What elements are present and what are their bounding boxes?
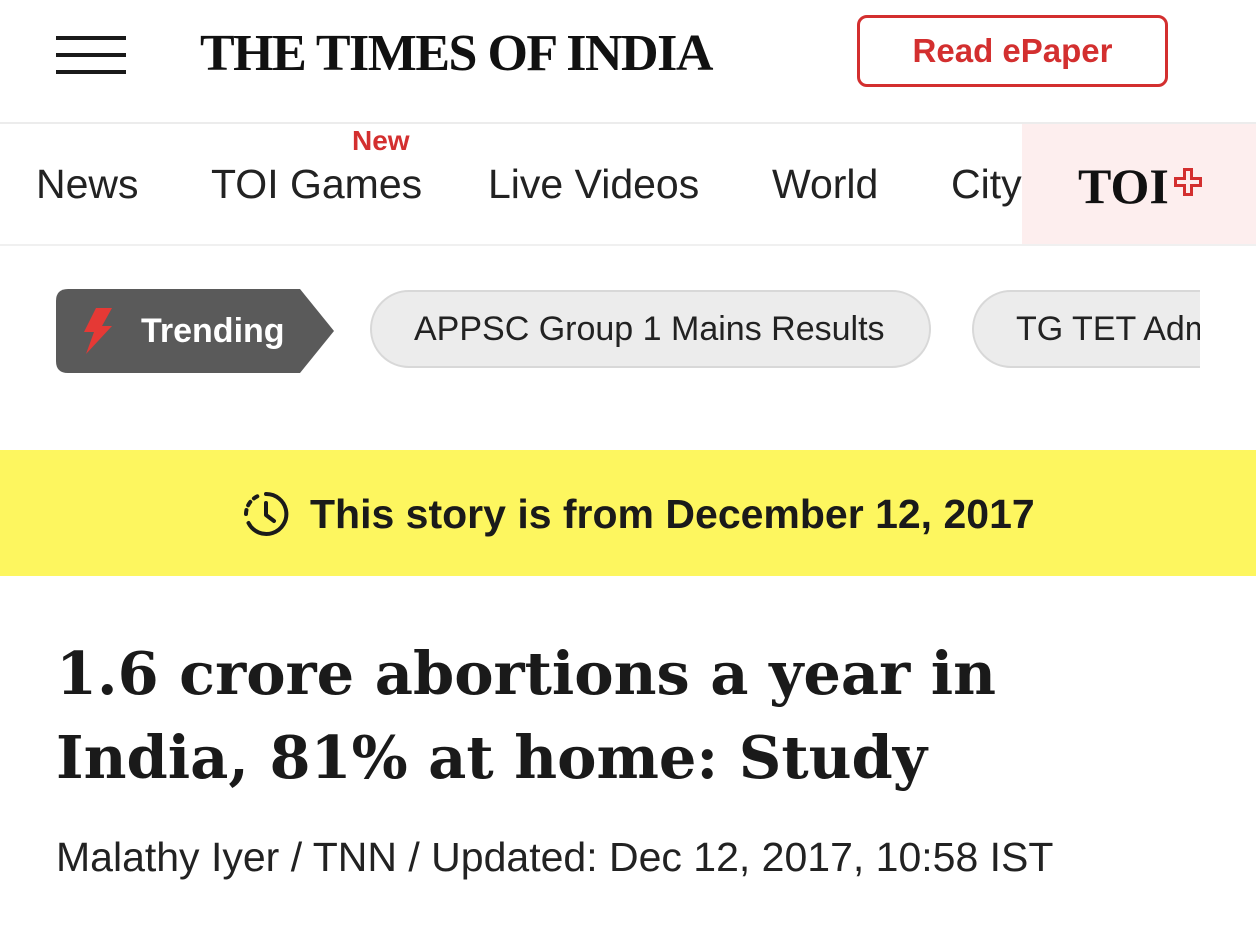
article-headline: 1.6 crore abortions a year in India, 81%… xyxy=(56,639,997,792)
story-date-text: This story is from December 12, 2017 xyxy=(310,490,1035,537)
nav-item-live-videos[interactable]: Live Videos xyxy=(488,160,699,208)
article-byline: Malathy Iyer / TNN / Updated: Dec 12, 20… xyxy=(56,832,1053,882)
nav-item-city[interactable]: City xyxy=(951,160,1022,208)
main-nav: News New TOI Games Live Videos World Cit… xyxy=(0,124,1256,246)
trending-label: Trending xyxy=(141,312,285,350)
read-epaper-button[interactable]: Read ePaper xyxy=(857,15,1168,87)
trending-chip-tg-tet[interactable]: TG TET Adm xyxy=(972,290,1200,368)
toi-plus-button[interactable]: TOI xyxy=(1022,124,1256,244)
author-link[interactable]: Malathy Iyer xyxy=(56,834,279,880)
page: THE TIMES OF INDIA Read ePaper News New … xyxy=(0,0,1256,935)
history-clock-icon xyxy=(244,491,289,536)
top-header: THE TIMES OF INDIA Read ePaper xyxy=(0,0,1256,124)
story-date-banner: This story is from December 12, 2017 xyxy=(0,450,1256,576)
toi-plus-label: TOI xyxy=(1078,158,1169,214)
banner-content: This story is from December 12, 2017 xyxy=(240,486,1035,542)
new-badge: New xyxy=(352,125,410,156)
site-logo[interactable]: THE TIMES OF INDIA xyxy=(200,24,713,84)
trending-tag[interactable]: Trending xyxy=(56,289,336,373)
nav-item-news[interactable]: News xyxy=(36,160,139,208)
nav-item-world[interactable]: World xyxy=(772,160,878,208)
hamburger-menu-icon[interactable] xyxy=(56,36,126,76)
lightning-bolt-icon xyxy=(84,308,112,354)
plus-icon xyxy=(1174,168,1202,196)
byline-details: / TNN / Updated: Dec 12, 2017, 10:58 IST xyxy=(279,834,1054,880)
trending-chip-appsc[interactable]: APPSC Group 1 Mains Results xyxy=(370,290,931,368)
nav-item-toi-games[interactable]: TOI Games xyxy=(211,160,422,208)
trending-row: Trending APPSC Group 1 Mains Results TG … xyxy=(0,288,1200,374)
